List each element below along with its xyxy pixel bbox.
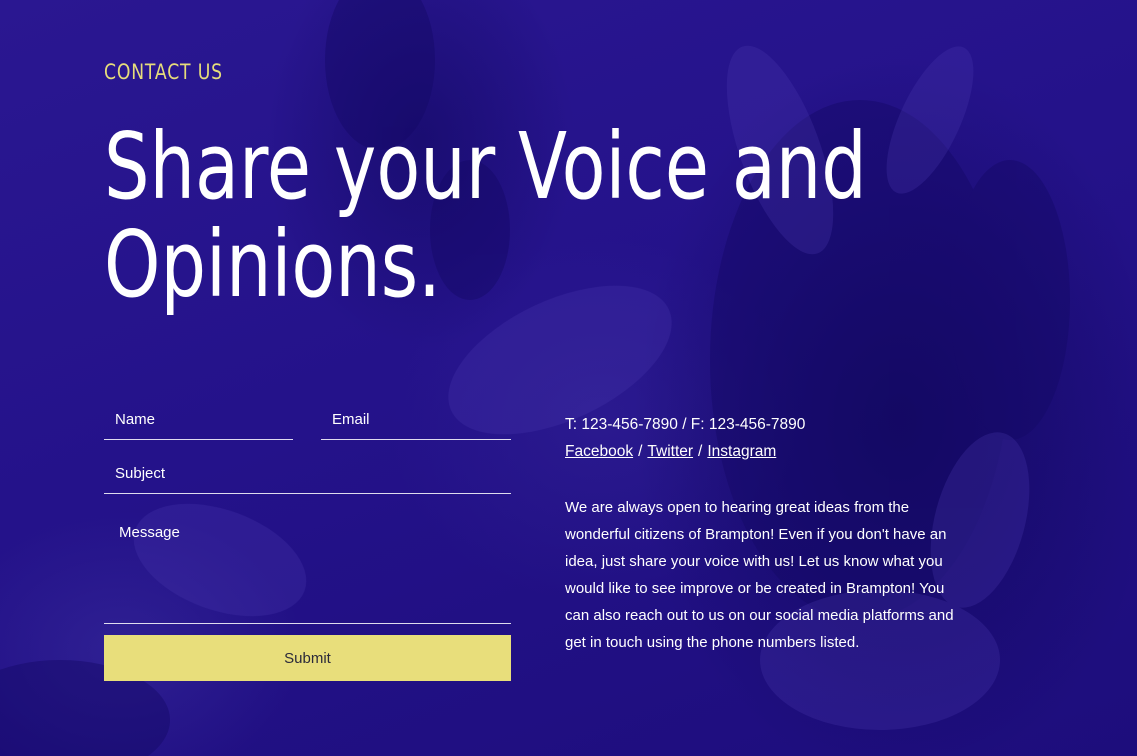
subject-field-wrapper — [104, 454, 511, 494]
facebook-link[interactable]: Facebook — [565, 443, 633, 460]
message-field-wrapper — [104, 514, 511, 624]
phone-numbers: T: 123-456-7890 / F: 123-456-7890 — [565, 416, 806, 433]
section-label: CONTACT US — [104, 60, 223, 84]
instagram-link[interactable]: Instagram — [707, 443, 776, 460]
name-field-wrapper — [104, 400, 293, 440]
page-title-line-2: Opinions. — [104, 211, 441, 318]
name-field[interactable] — [104, 400, 293, 439]
twitter-link[interactable]: Twitter — [647, 443, 693, 460]
social-links: Facebook / Twitter / Instagram — [565, 438, 805, 465]
submit-button[interactable]: Submit — [104, 635, 511, 681]
message-field[interactable] — [104, 514, 511, 623]
email-field[interactable] — [321, 400, 511, 439]
contact-info: T: 123-456-7890 / F: 123-456-7890 Facebo… — [565, 411, 805, 465]
page-title: Share your Voice and Opinions. — [104, 118, 1001, 314]
social-separator: / — [698, 443, 703, 460]
subject-field[interactable] — [104, 454, 511, 493]
email-field-wrapper — [321, 400, 511, 440]
about-text: We are always open to hearing great idea… — [565, 499, 954, 651]
page-title-line-1: Share your Voice and — [104, 113, 867, 220]
social-separator: / — [638, 443, 643, 460]
